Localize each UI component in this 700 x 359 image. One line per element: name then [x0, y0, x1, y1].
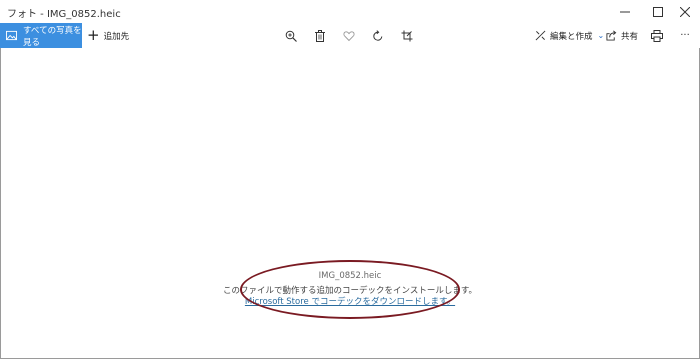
- chevron-down-icon: ⌄: [597, 31, 605, 40]
- all-photos-label: すべての写真を見る: [23, 25, 82, 48]
- edit-create-label: 編集と作成: [550, 31, 593, 42]
- maximize-icon: [653, 6, 663, 17]
- more-button[interactable]: ···: [676, 27, 694, 44]
- rotate-icon: [373, 29, 383, 41]
- maximize-button[interactable]: [643, 0, 673, 23]
- add-to-button[interactable]: + 追加先: [87, 23, 129, 48]
- trash-icon: [315, 29, 325, 42]
- close-icon: [680, 6, 690, 17]
- print-button[interactable]: [648, 27, 666, 44]
- toolbar: すべての写真を見る + 追加先 編集と作成 ⌄ 共有 ···: [0, 23, 700, 48]
- crop-icon: [401, 30, 413, 41]
- zoom-button[interactable]: [282, 27, 300, 44]
- edit-create-button[interactable]: 編集と作成 ⌄: [535, 23, 604, 48]
- minimize-icon: [620, 11, 630, 12]
- title-bar: フォト - IMG_0852.heic: [0, 0, 700, 23]
- crop-button[interactable]: [398, 27, 416, 44]
- heart-icon: [343, 30, 355, 41]
- delete-button[interactable]: [311, 27, 329, 44]
- edit-icon: [535, 30, 546, 41]
- close-button[interactable]: [670, 0, 700, 23]
- rotate-button[interactable]: [369, 27, 387, 44]
- photo-icon: [6, 30, 17, 41]
- share-label: 共有: [621, 31, 639, 42]
- plus-icon: +: [87, 25, 100, 44]
- all-photos-button[interactable]: すべての写真を見る: [0, 23, 82, 48]
- minimize-button[interactable]: [610, 0, 640, 23]
- share-button[interactable]: 共有: [606, 23, 638, 48]
- share-icon: [606, 30, 617, 41]
- zoom-in-icon: [285, 30, 297, 42]
- annotation-ellipse: [240, 260, 460, 319]
- print-icon: [651, 29, 663, 42]
- window-title: フォト - IMG_0852.heic: [7, 9, 121, 20]
- favorite-button[interactable]: [340, 27, 358, 44]
- add-to-label: 追加先: [103, 31, 130, 42]
